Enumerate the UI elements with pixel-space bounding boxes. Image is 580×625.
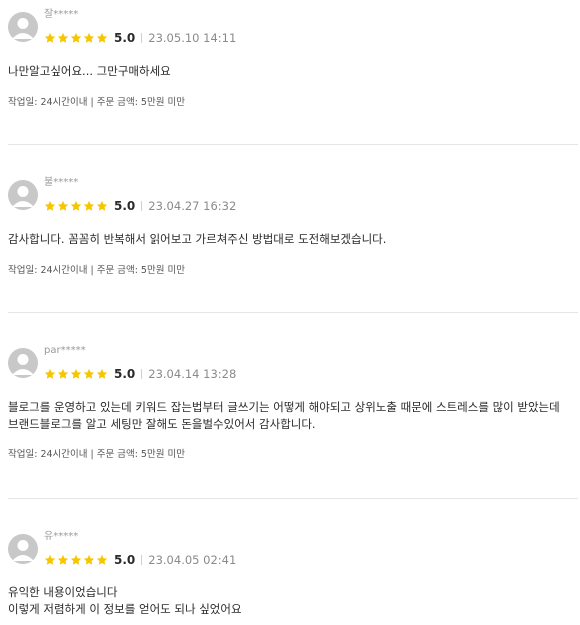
star-icon: [70, 554, 82, 565]
review-date: 23.04.14 13:28: [148, 367, 237, 381]
order-info: 작업일: 24시간이내 | 주문 금액: 5만원 미만: [8, 265, 185, 276]
review-meta: 5.0 23.04.27 16:32: [44, 197, 236, 215]
meta-divider: [141, 33, 143, 43]
review-meta: 5.0 23.04.05 02:41: [44, 551, 236, 569]
star-icon: [70, 200, 82, 211]
avatar: [8, 180, 38, 210]
reviewer-username: 불*****: [44, 177, 79, 188]
reviewer-username: 잘*****: [44, 9, 79, 20]
review-item: 잘***** 5.0 23.05.10 14:11 나만알고싶어요... 그만구…: [0, 0, 578, 145]
star-icon: [44, 32, 56, 43]
user-silhouette-icon: [12, 186, 34, 207]
avatar: [8, 12, 38, 42]
avatar: [8, 348, 38, 378]
star-icon: [96, 554, 108, 565]
review-meta: 5.0 23.05.10 14:11: [44, 29, 236, 47]
star-icon: [44, 200, 56, 211]
rating-score: 5.0: [114, 367, 136, 381]
star-icon: [44, 554, 56, 565]
review-item: par***** 5.0 23.04.14 13:28 블로그를 운영하고 있는…: [0, 336, 578, 499]
user-silhouette-icon: [12, 18, 34, 39]
star-icon: [44, 368, 56, 379]
review-date: 23.05.10 14:11: [148, 31, 237, 45]
star-icon: [57, 32, 69, 43]
star-rating: [44, 368, 108, 380]
star-icon: [83, 554, 95, 565]
review-content: 블로그를 운영하고 있는데 키워드 잡는법부터 글쓰기는 어떻게 해야되고 상위…: [8, 400, 560, 431]
user-silhouette-icon: [12, 354, 34, 375]
reviewer-username: 유*****: [44, 531, 79, 542]
star-icon: [96, 200, 108, 211]
review-item: 불***** 5.0 23.04.27 16:32 감사합니다. 꼼꼼히 반복해…: [0, 168, 578, 313]
star-icon: [83, 32, 95, 43]
star-icon: [96, 32, 108, 43]
meta-divider: [141, 555, 143, 565]
star-icon: [57, 200, 69, 211]
star-icon: [70, 32, 82, 43]
review-date: 23.04.27 16:32: [148, 199, 237, 213]
review-divider: [8, 144, 578, 145]
star-rating: [44, 200, 108, 212]
review-item: 유***** 5.0 23.04.05 02:41 유익한 내용이었습니다 이렇…: [0, 522, 578, 625]
meta-divider: [141, 369, 143, 379]
review-date: 23.04.05 02:41: [148, 553, 237, 567]
user-silhouette-icon: [12, 540, 34, 561]
order-info: 작업일: 24시간이내 | 주문 금액: 5만원 미만: [8, 449, 185, 460]
review-content: 유익한 내용이었습니다 이렇게 저렴하게 이 정보를 얻어도 되나 싶었어요: [8, 585, 242, 616]
review-divider: [8, 498, 578, 499]
star-icon: [57, 554, 69, 565]
rating-score: 5.0: [114, 553, 136, 567]
star-icon: [83, 368, 95, 379]
review-content: 감사합니다. 꼼꼼히 반복해서 읽어보고 가르쳐주신 방법대로 도전해보겠습니다…: [8, 232, 387, 246]
star-rating: [44, 32, 108, 44]
rating-score: 5.0: [114, 199, 136, 213]
review-content: 나만알고싶어요... 그만구매하세요: [8, 64, 171, 78]
review-meta: 5.0 23.04.14 13:28: [44, 365, 236, 383]
rating-score: 5.0: [114, 31, 136, 45]
avatar: [8, 534, 38, 564]
review-divider: [8, 312, 578, 313]
star-icon: [57, 368, 69, 379]
meta-divider: [141, 201, 143, 211]
star-icon: [96, 368, 108, 379]
star-rating: [44, 554, 108, 566]
order-info: 작업일: 24시간이내 | 주문 금액: 5만원 미만: [8, 97, 185, 108]
star-icon: [70, 368, 82, 379]
reviewer-username: par*****: [44, 345, 86, 356]
star-icon: [83, 200, 95, 211]
